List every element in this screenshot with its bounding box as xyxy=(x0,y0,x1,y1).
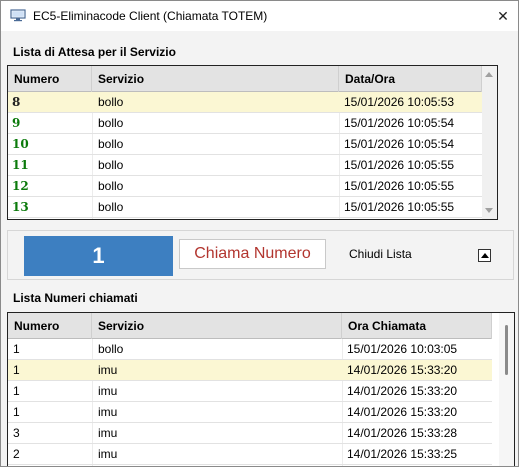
table-row[interactable]: 2 imu 14/01/2026 15:33:25 xyxy=(8,444,492,465)
col-header-ora-chiamata[interactable]: Ora Chiamata xyxy=(342,313,492,339)
called-list-header: Numero Servizio Ora Chiamata xyxy=(8,313,492,339)
table-row[interactable]: 1 imu 14/01/2026 15:33:20 xyxy=(8,381,492,402)
called-list-table[interactable]: Numero Servizio Ora Chiamata 1 bollo 15/01… xyxy=(7,312,515,466)
table-row[interactable]: 8 bollo 15/01/2026 10:05:53 xyxy=(8,92,482,113)
cell-ora-chiamata: 14/01/2026 15:33:20 xyxy=(347,384,458,398)
current-number-display: 1 xyxy=(24,236,173,276)
cell-servizio: bollo xyxy=(98,342,124,356)
cell-numero: 2 xyxy=(13,447,20,461)
col-header-data-ora[interactable]: Data/Ora xyxy=(339,66,482,92)
cell-servizio: bollo xyxy=(98,158,124,172)
waiting-list-header: Numero Servizio Data/Ora xyxy=(8,66,482,92)
table-row[interactable]: 3 imu 14/01/2026 15:33:28 xyxy=(8,423,492,444)
cell-data-ora: 15/01/2026 10:05:55 xyxy=(344,158,455,172)
cell-ora-chiamata: 14/01/2026 15:33:20 xyxy=(347,405,458,419)
col-header-servizio[interactable]: Servizio xyxy=(92,66,339,92)
close-window-button[interactable]: ✕ xyxy=(488,1,518,31)
called-list-title: Lista Numeri chiamati xyxy=(13,291,138,305)
call-control-panel: 1 Chiama Numero Chiudi Lista xyxy=(7,230,514,280)
cell-servizio: imu xyxy=(98,405,118,419)
cell-ora-chiamata: 14/01/2026 15:33:28 xyxy=(347,426,458,440)
cell-numero: 13 xyxy=(12,200,29,214)
scroll-down-arrow-icon[interactable] xyxy=(485,208,493,213)
table-row[interactable]: 1 bollo 15/01/2026 10:03:05 xyxy=(8,339,492,360)
close-icon: ✕ xyxy=(497,7,509,24)
monitor-icon xyxy=(10,9,26,22)
table-row[interactable]: 11 bollo 15/01/2026 10:05:55 xyxy=(8,155,482,176)
cell-servizio: imu xyxy=(98,363,118,377)
table-row[interactable]: 1 imu 14/01/2026 15:33:20 xyxy=(8,402,492,423)
cell-ora-chiamata: 15/01/2026 10:03:05 xyxy=(347,342,458,356)
cell-ora-chiamata: 14/01/2026 15:33:20 xyxy=(347,363,458,377)
cell-numero: 1 xyxy=(13,342,20,356)
col-header-numero-called[interactable]: Numero xyxy=(8,313,92,339)
cell-data-ora: 15/01/2026 10:05:55 xyxy=(344,179,455,193)
cell-servizio: bollo xyxy=(98,137,124,151)
cell-numero: 1 xyxy=(13,384,20,398)
close-list-label[interactable]: Chiudi Lista xyxy=(349,247,412,261)
scroll-up-arrow-icon[interactable] xyxy=(485,72,493,77)
title-bar: EC5-Eliminacode Client (Chiamata TOTEM) … xyxy=(1,1,518,31)
cell-numero: 10 xyxy=(12,137,29,151)
cell-numero: 12 xyxy=(12,179,29,193)
collapse-list-button[interactable] xyxy=(478,249,491,262)
col-header-servizio-called[interactable]: Servizio xyxy=(92,313,342,339)
cell-data-ora: 15/01/2026 10:05:53 xyxy=(344,95,455,109)
cell-numero: 3 xyxy=(13,426,20,440)
main-window: EC5-Eliminacode Client (Chiamata TOTEM) … xyxy=(0,0,519,467)
cell-servizio: imu xyxy=(98,426,118,440)
cell-numero: 8 xyxy=(12,95,21,109)
cell-servizio: bollo xyxy=(98,116,124,130)
table-row[interactable]: 10 bollo 15/01/2026 10:05:54 xyxy=(8,134,482,155)
waiting-list-scrollbar[interactable] xyxy=(482,66,497,219)
table-row[interactable]: 1 imu 14/01/2026 15:33:20 xyxy=(8,360,492,381)
table-row[interactable]: 9 bollo 15/01/2026 10:05:54 xyxy=(8,113,482,134)
cell-data-ora: 15/01/2026 10:05:54 xyxy=(344,116,455,130)
cell-data-ora: 15/01/2026 10:05:54 xyxy=(344,137,455,151)
window-title: EC5-Eliminacode Client (Chiamata TOTEM) xyxy=(33,9,268,23)
cell-numero: 1 xyxy=(13,405,20,419)
call-number-button[interactable]: Chiama Numero xyxy=(179,239,326,269)
table-row[interactable]: 12 bollo 15/01/2026 10:05:55 xyxy=(8,176,482,197)
cell-servizio: bollo xyxy=(98,179,124,193)
cell-servizio: imu xyxy=(98,447,118,461)
cell-numero: 11 xyxy=(12,158,29,172)
triangle-up-icon xyxy=(481,253,489,258)
called-list-scroll-thumb[interactable] xyxy=(505,325,508,375)
cell-servizio: imu xyxy=(98,384,118,398)
table-row[interactable]: 13 bollo 15/01/2026 10:05:55 xyxy=(8,197,482,218)
waiting-list-table[interactable]: Numero Servizio Data/Ora 8 bollo 15/01/202… xyxy=(7,65,498,220)
waiting-list-title: Lista di Attesa per il Servizio xyxy=(13,45,176,59)
cell-servizio: bollo xyxy=(98,200,124,214)
cell-data-ora: 15/01/2026 10:05:55 xyxy=(344,200,455,214)
cell-numero: 9 xyxy=(12,116,21,130)
col-header-numero[interactable]: Numero xyxy=(8,66,92,92)
cell-ora-chiamata: 14/01/2026 15:33:25 xyxy=(347,447,458,461)
cell-numero: 1 xyxy=(13,363,20,377)
called-list-scrollbar[interactable] xyxy=(499,313,514,466)
cell-servizio: bollo xyxy=(98,95,124,109)
